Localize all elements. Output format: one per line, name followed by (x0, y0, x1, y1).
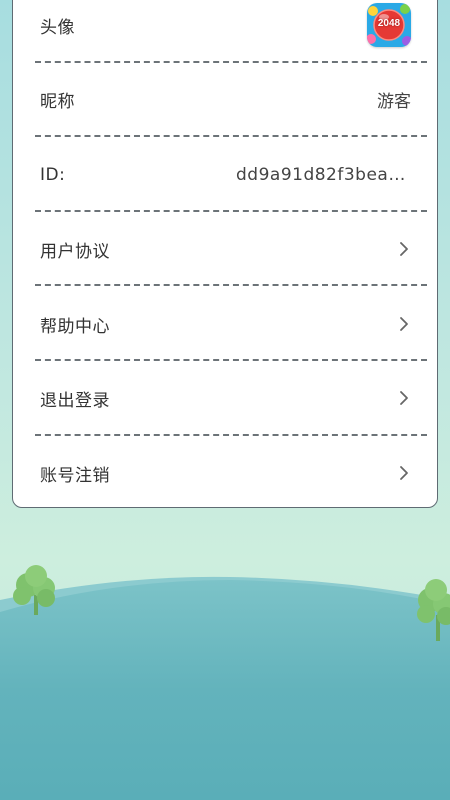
nickname-label: 昵称 (40, 91, 75, 112)
game-2048-app-icon[interactable]: 2048 (367, 3, 411, 47)
chevron-right-icon (400, 242, 408, 256)
account-deletion-label: 账号注销 (40, 465, 110, 486)
id-row[interactable]: ID: dd9a91d82f3beaf… (13, 155, 439, 195)
divider (35, 359, 427, 361)
id-label: ID: (40, 165, 66, 185)
chevron-right-icon (400, 466, 408, 480)
account-deletion-row[interactable]: 账号注销 (13, 453, 439, 493)
front-hill (0, 580, 450, 800)
help-center-row[interactable]: 帮助中心 (13, 304, 439, 344)
divider (35, 135, 427, 137)
divider (35, 434, 427, 436)
chevron-right-icon (400, 317, 408, 331)
divider (35, 284, 427, 286)
chevron-right-icon (400, 391, 408, 405)
settings-card: 头像 2048 昵称 游客 ID: dd9a91d82f3beaf… 用户协议 … (12, 0, 438, 508)
divider (35, 210, 427, 212)
user-agreement-row[interactable]: 用户协议 (13, 229, 439, 269)
divider (35, 61, 427, 63)
logout-label: 退出登录 (40, 390, 110, 411)
help-center-label: 帮助中心 (40, 316, 110, 337)
id-value: dd9a91d82f3beaf… (236, 165, 411, 185)
logout-row[interactable]: 退出登录 (13, 378, 439, 418)
user-agreement-label: 用户协议 (40, 241, 110, 262)
avatar-badge-text: 2048 (377, 18, 401, 29)
nickname-value: 游客 (377, 91, 411, 112)
avatar-label: 头像 (40, 17, 75, 38)
avatar-row[interactable]: 头像 2048 (13, 0, 439, 53)
nickname-row[interactable]: 昵称 游客 (13, 79, 439, 119)
